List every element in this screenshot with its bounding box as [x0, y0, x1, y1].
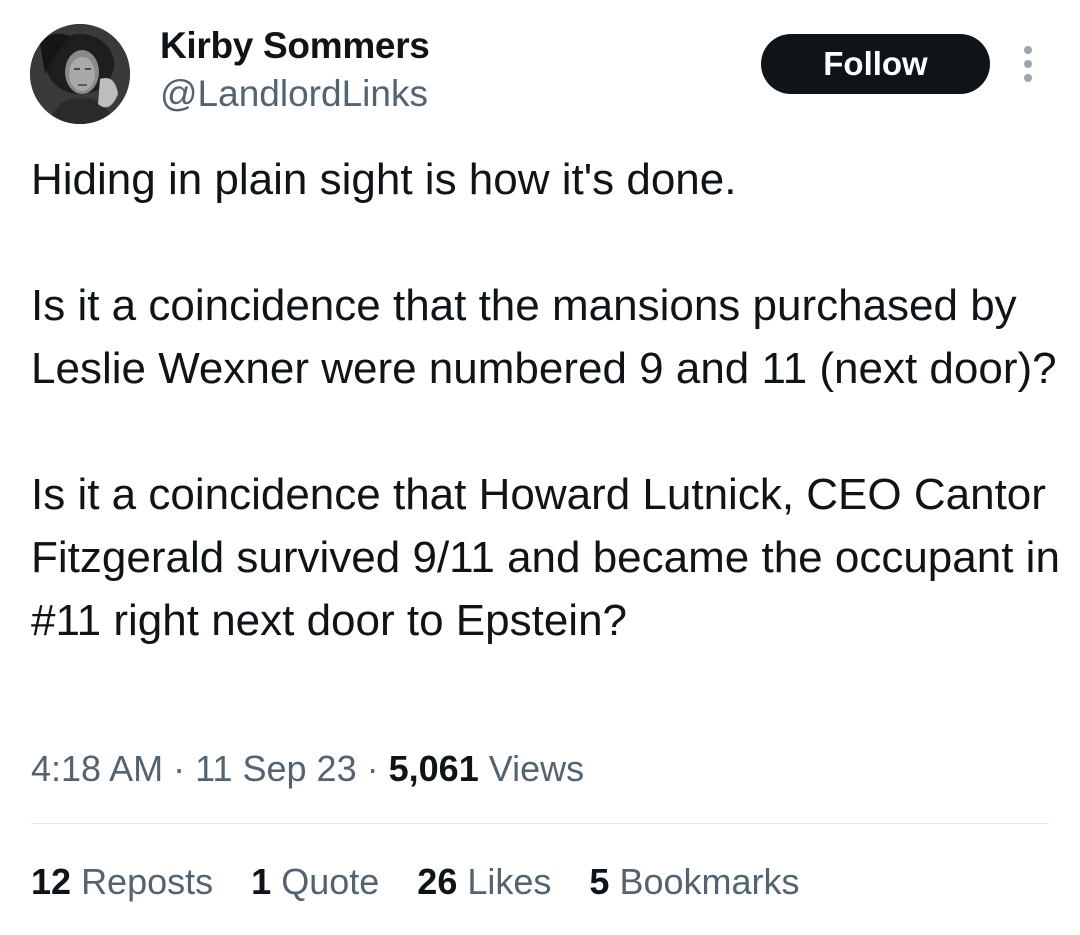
engagement-stats: 12 Reposts 1 Quote 26 Likes 5 Bookmarks — [31, 858, 828, 906]
tweet-paragraph: Is it a coincidence that the mansions pu… — [31, 281, 1057, 393]
reposts-count: 12 — [31, 861, 72, 902]
more-vertical-icon[interactable] — [1014, 44, 1042, 84]
tweet-paragraph: Is it a coincidence that Howard Lutnick,… — [31, 470, 1060, 645]
follow-button[interactable]: Follow — [761, 34, 990, 94]
likes-label: Likes — [467, 861, 552, 902]
quotes-stat[interactable]: 1 Quote — [251, 858, 379, 906]
meta-separator: · — [366, 748, 379, 789]
reposts-stat[interactable]: 12 Reposts — [31, 858, 213, 906]
tweet-date[interactable]: 11 Sep 23 — [195, 748, 356, 789]
tweet-paragraph: Hiding in plain sight is how it's done. — [31, 155, 737, 204]
likes-count: 26 — [417, 861, 458, 902]
author-display-name[interactable]: Kirby Sommers — [160, 24, 430, 68]
tweet-metadata: 4:18 AM · 11 Sep 23 · 5,061 Views — [31, 745, 584, 793]
divider — [31, 823, 1049, 824]
meta-separator: · — [173, 748, 186, 789]
views-count: 5,061 — [388, 748, 479, 789]
bookmarks-label: Bookmarks — [619, 861, 800, 902]
views-label: Views — [488, 748, 585, 789]
tweet-text: Hiding in plain sight is how it's done. … — [31, 148, 1061, 652]
tweet-time[interactable]: 4:18 AM — [31, 748, 163, 789]
quotes-count: 1 — [251, 861, 272, 902]
profile-photo-icon — [30, 24, 130, 124]
bookmarks-count: 5 — [589, 861, 610, 902]
author-handle[interactable]: @LandlordLinks — [160, 72, 428, 116]
likes-stat[interactable]: 26 Likes — [417, 858, 551, 906]
reposts-label: Reposts — [81, 861, 214, 902]
quotes-label: Quote — [281, 861, 380, 902]
bookmarks-stat[interactable]: 5 Bookmarks — [589, 858, 799, 906]
avatar[interactable] — [30, 24, 130, 124]
